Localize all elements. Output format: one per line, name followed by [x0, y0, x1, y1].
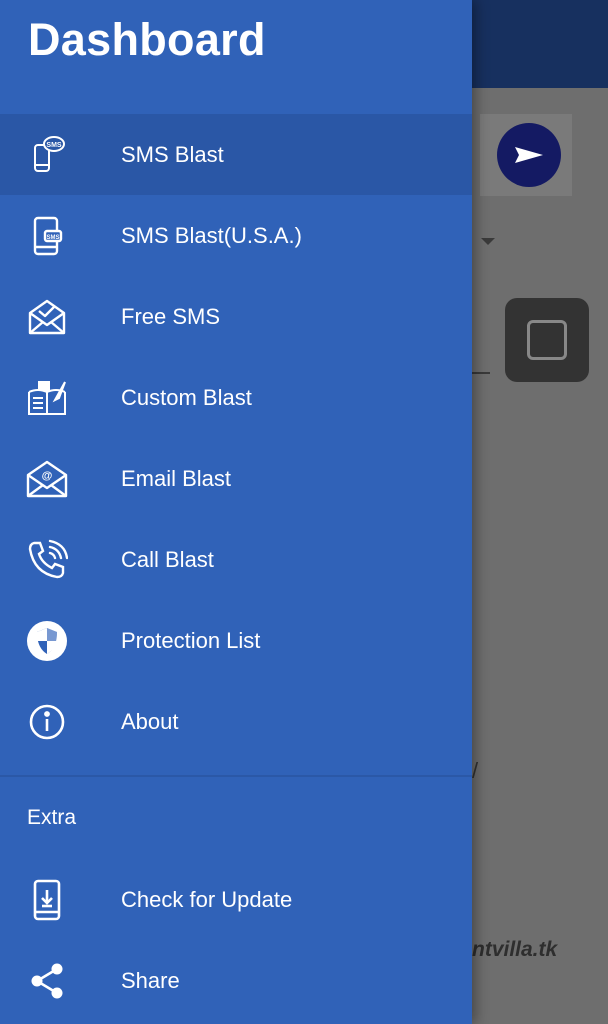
menu-label-call-blast: Call Blast	[121, 546, 214, 572]
download-phone-icon	[24, 877, 70, 923]
menu-item-free-sms[interactable]: Free SMS	[0, 276, 472, 357]
send-button[interactable]	[497, 123, 561, 187]
menu-label-share: Share	[121, 967, 180, 993]
menu-item-sms-blast-usa[interactable]: SMS SMS Blast(U.S.A.)	[0, 195, 472, 276]
menu-label-protection-list: Protection List	[121, 627, 261, 653]
navigation-drawer: Dashboard SMS SMS Blast SMS SMS Blast(U.…	[0, 0, 472, 1024]
svg-text:SMS: SMS	[46, 235, 59, 241]
menu-item-email-blast[interactable]: @ Email Blast	[0, 438, 472, 519]
drawer-divider	[0, 775, 472, 777]
share-icon	[24, 958, 70, 1004]
menu-item-check-for-update[interactable]: Check for Update	[0, 859, 472, 940]
email-at-icon: @	[24, 456, 70, 502]
menu-item-share[interactable]: Share	[0, 940, 472, 1021]
svg-text:@: @	[42, 470, 53, 482]
menu-label-about: About	[121, 708, 179, 734]
background-input-underline	[470, 372, 490, 374]
info-icon	[24, 699, 70, 745]
menu-label-free-sms: Free SMS	[121, 303, 221, 329]
background-url-text: ntvilla.tk	[472, 938, 558, 961]
menu-item-about[interactable]: About	[0, 681, 472, 762]
document-quill-icon	[24, 375, 70, 421]
menu-item-call-blast[interactable]: Call Blast	[0, 519, 472, 600]
drawer-title: Dashboard	[28, 14, 266, 65]
drawer-header: Dashboard	[0, 0, 472, 112]
menu-label-check-for-update: Check for Update	[121, 886, 293, 912]
menu-item-custom-blast[interactable]: Custom Blast	[0, 357, 472, 438]
menu-item-sms-blast[interactable]: SMS SMS Blast	[0, 114, 472, 195]
section-label-extra: Extra	[27, 806, 77, 829]
menu-label-custom-blast: Custom Blast	[121, 384, 252, 410]
phone-ringing-icon	[24, 537, 70, 583]
mobile-sms-icon: SMS	[24, 213, 70, 259]
contacts-icon	[527, 320, 567, 360]
menu-item-protection-list[interactable]: Protection List	[0, 600, 472, 681]
dropdown-caret-icon[interactable]	[481, 238, 495, 245]
contacts-button[interactable]	[505, 298, 589, 382]
svg-text:SMS: SMS	[46, 142, 62, 149]
menu-label-sms-blast-usa: SMS Blast(U.S.A.)	[121, 222, 302, 248]
shield-icon	[24, 618, 70, 664]
background-text-fragment: /	[472, 758, 479, 783]
sms-phone-icon: SMS	[24, 132, 70, 178]
menu-label-sms-blast: SMS Blast	[121, 141, 224, 167]
menu-label-email-blast: Email Blast	[121, 465, 232, 491]
envelope-open-icon	[24, 294, 70, 340]
send-icon	[515, 147, 543, 163]
